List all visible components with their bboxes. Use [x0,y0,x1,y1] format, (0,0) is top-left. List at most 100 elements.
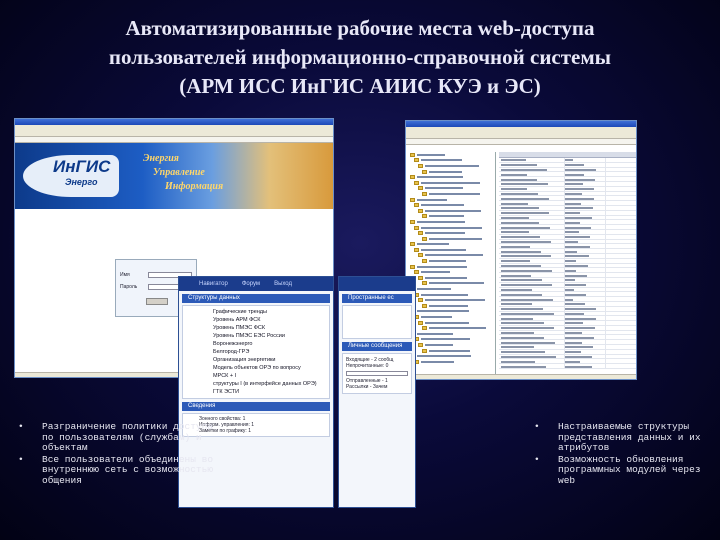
grid-cell [499,210,565,215]
grid-cell [499,196,565,201]
structure-item[interactable]: Белгород-ГРЭ [213,348,323,356]
tree-node-label [425,187,463,190]
tree-node-label [417,198,447,201]
tree-node-label [429,304,468,307]
structure-item[interactable]: Воронежэнерго [213,340,323,348]
grid-cell [501,351,545,354]
grid-cell [564,364,606,369]
grid-cell [501,284,553,287]
grid-cell [564,297,606,301]
window3-panel-body [342,305,412,339]
grid-cell [501,197,549,200]
bullets-left: Разграничение политики доступа по пользо… [18,421,218,487]
grid-cell [501,164,537,167]
grid-cell [564,336,595,339]
structure-item[interactable]: Уровень ПМЭС ЕЭС России [213,332,323,340]
tree-node[interactable] [406,359,495,365]
structure-item[interactable]: Уровень ПМЭС ФСК [213,324,323,332]
tree-node-label [429,237,482,240]
grid-cell [564,255,589,258]
tree-node-label [425,321,469,324]
grid-cell [564,245,590,248]
bullet-item: Настраиваемые структуры представления да… [534,421,704,454]
message-input[interactable] [346,371,408,376]
grid-cell [564,273,606,277]
grid-cell [564,335,606,340]
window3-nav [339,277,415,291]
grid-cell [564,325,606,330]
grid-cell [564,183,583,186]
grid-cell [564,349,606,354]
title-line-2: пользователей информационно-справочной с… [108,45,612,69]
grid-cell [564,332,583,335]
folder-icon [410,197,415,202]
tree-node-label [421,293,468,296]
tree-node-label [417,153,445,156]
grid-cell [499,287,565,292]
structure-item[interactable]: Организация энергетики [213,356,323,364]
grid-cell [501,356,556,359]
folder-icon [422,326,427,331]
structure-item[interactable]: Модель объектов ОРЭ по вопросу [213,364,323,372]
title-line-1: Автоматизированные рабочие места web-дос… [125,16,595,40]
grid-cell [501,236,540,239]
grid-cell [499,249,565,253]
tree-node-label [421,338,470,341]
tagline-2: Управление [153,167,205,178]
nav-forum[interactable]: Форум [242,281,260,287]
grid-cell [499,186,565,191]
grid-cell [564,191,606,196]
grid-cell [499,215,565,220]
grid-cell [501,298,554,301]
window3-panel2-header: Личные сообщения [342,342,412,351]
tree-node-label [425,209,481,212]
grid-cell [501,202,528,205]
nav-navigator[interactable]: Навигатор [199,281,228,287]
structure-item[interactable]: ГТК ЭСТИ [213,388,323,396]
grid-cell [499,201,565,205]
structure-item[interactable]: Графические тренды [213,308,323,316]
folder-icon [418,320,423,325]
grid-cell [501,212,550,215]
grid-cell [564,229,606,234]
grid-cell [499,205,565,210]
tree-node-label [417,243,449,246]
grid-cell [499,359,565,364]
tree-node-label [421,204,464,207]
grid-cell [564,311,606,316]
login-submit-button[interactable] [146,298,168,305]
structure-item[interactable]: МРСК + I [213,372,323,380]
grid-cell [501,293,543,296]
grid-cell [501,245,530,248]
folder-icon [422,214,427,219]
grid-cell [499,292,565,297]
structure-item[interactable]: Уровень АРМ ФСК [213,316,323,324]
tree-node-label [421,159,462,162]
grid-cell [499,345,565,349]
tree-node-label [417,332,453,335]
structure-item[interactable]: структуры I (в интерфейсе данных ОРЭ) [213,380,323,388]
grid-cell [499,191,565,196]
grid-row[interactable] [499,364,636,370]
grid-cell [564,186,606,191]
grid-cell [564,287,606,292]
folder-icon [414,158,419,163]
bullet-item: Разграничение политики доступа по пользо… [18,421,218,454]
grid-cell [501,260,531,263]
grid-cell [501,255,552,258]
nav-exit[interactable]: Выход [274,281,292,287]
grid-cell [499,335,565,340]
tree-node-label [425,254,483,257]
grid-cell [564,210,606,215]
grid-cell [501,192,539,195]
grid-cell [499,354,565,359]
grid-cell [499,244,565,249]
grid-cell [501,173,527,176]
grid-cell [499,253,565,258]
grid-cell [564,327,595,330]
folder-icon [410,152,415,157]
folder-icon [422,348,427,353]
folder-icon [422,236,427,241]
grid-cell [564,164,585,167]
grid-cell [499,258,565,263]
